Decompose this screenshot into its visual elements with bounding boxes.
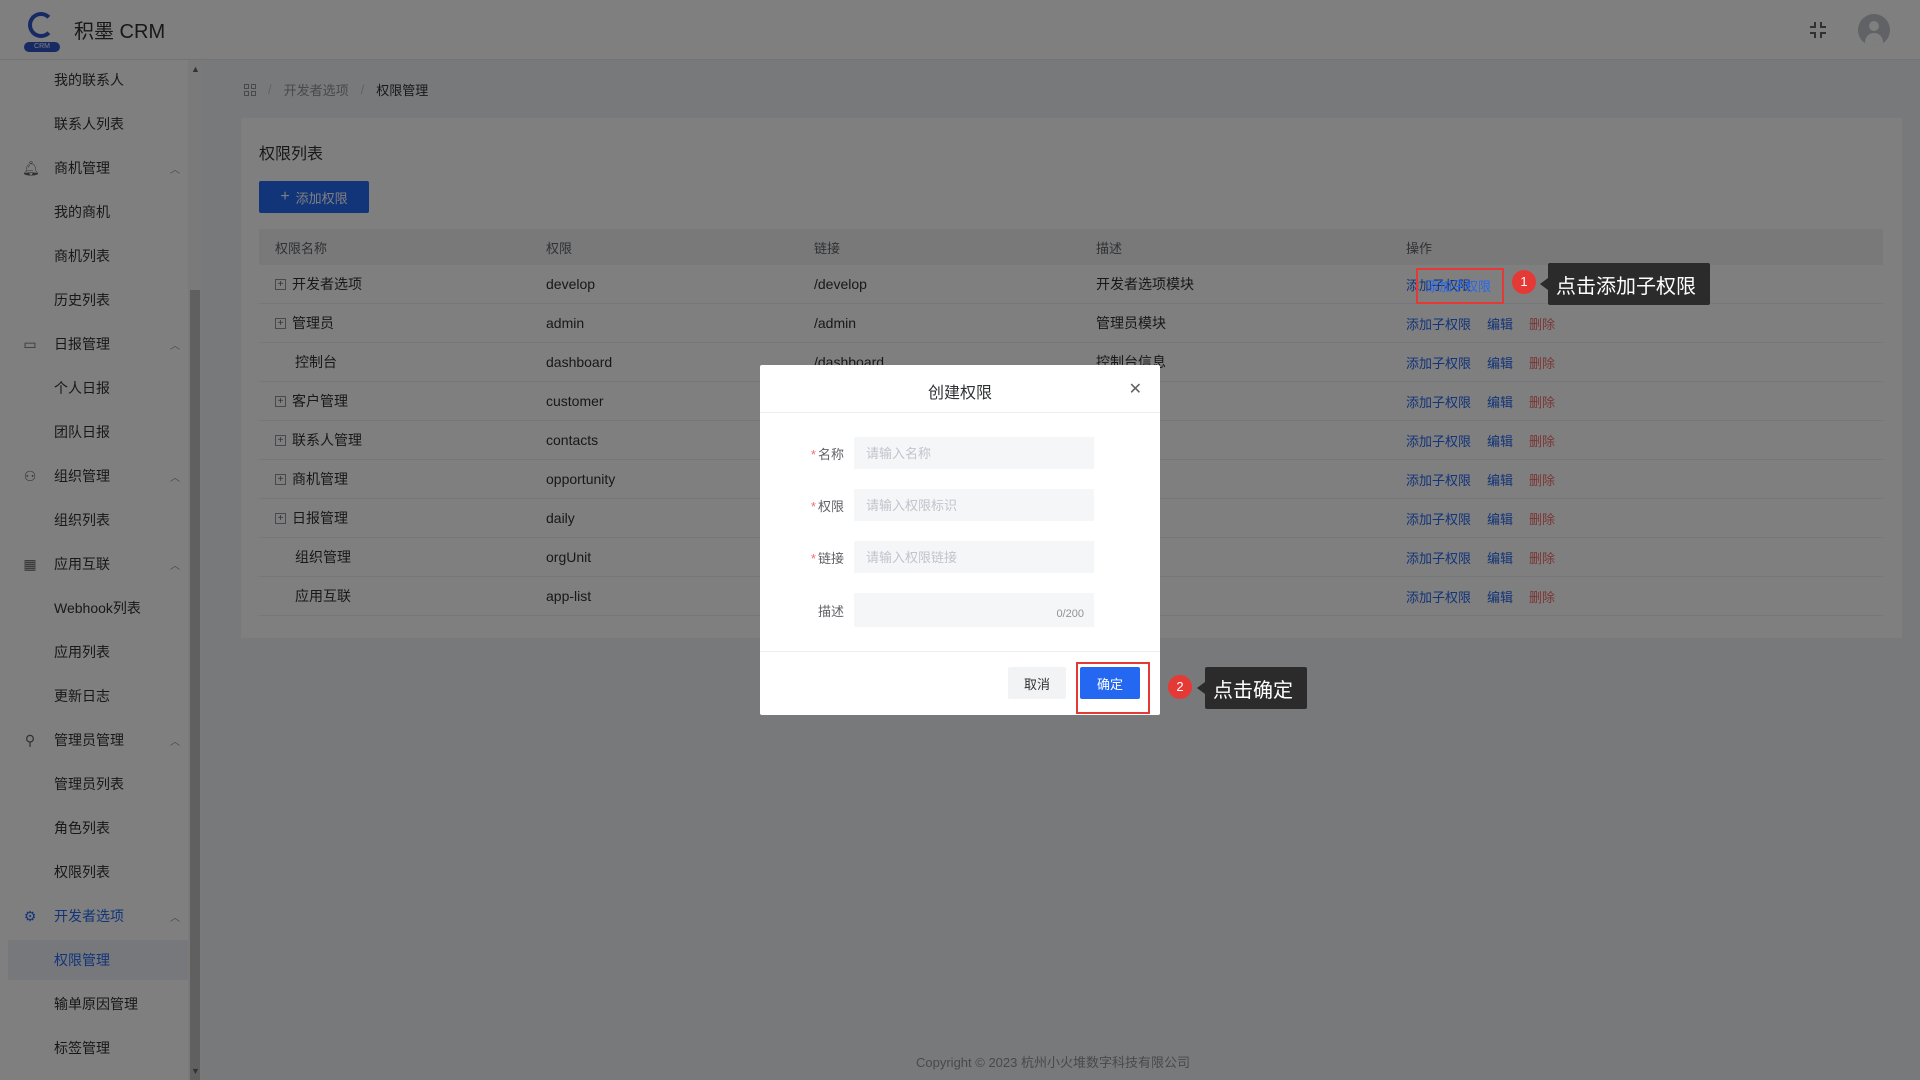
- close-icon[interactable]: ✕: [1129, 379, 1142, 399]
- step-1-tooltip: 点击添加子权限: [1540, 263, 1710, 305]
- dialog-title: 创建权限: [927, 385, 992, 402]
- name-input[interactable]: [854, 437, 1094, 469]
- form-row-description: 描述 0/200: [760, 593, 1160, 627]
- step-2-marker: 2: [1168, 675, 1192, 699]
- form-row-name: * 名称: [760, 437, 1160, 469]
- highlight-confirm: [1076, 662, 1150, 714]
- step-2-tooltip: 点击确定: [1197, 667, 1307, 709]
- form-row-link: * 链接: [760, 541, 1160, 573]
- form-row-permission: * 权限: [760, 489, 1160, 521]
- link-input[interactable]: [854, 541, 1094, 573]
- cancel-button[interactable]: 取消: [1008, 667, 1066, 699]
- description-textarea[interactable]: 0/200: [854, 593, 1094, 627]
- highlight-add-child-link[interactable]: 添加子权限: [1426, 276, 1491, 295]
- char-counter: 0/200: [1056, 608, 1084, 620]
- step-1-marker: 1: [1512, 270, 1536, 294]
- permission-input[interactable]: [854, 489, 1094, 521]
